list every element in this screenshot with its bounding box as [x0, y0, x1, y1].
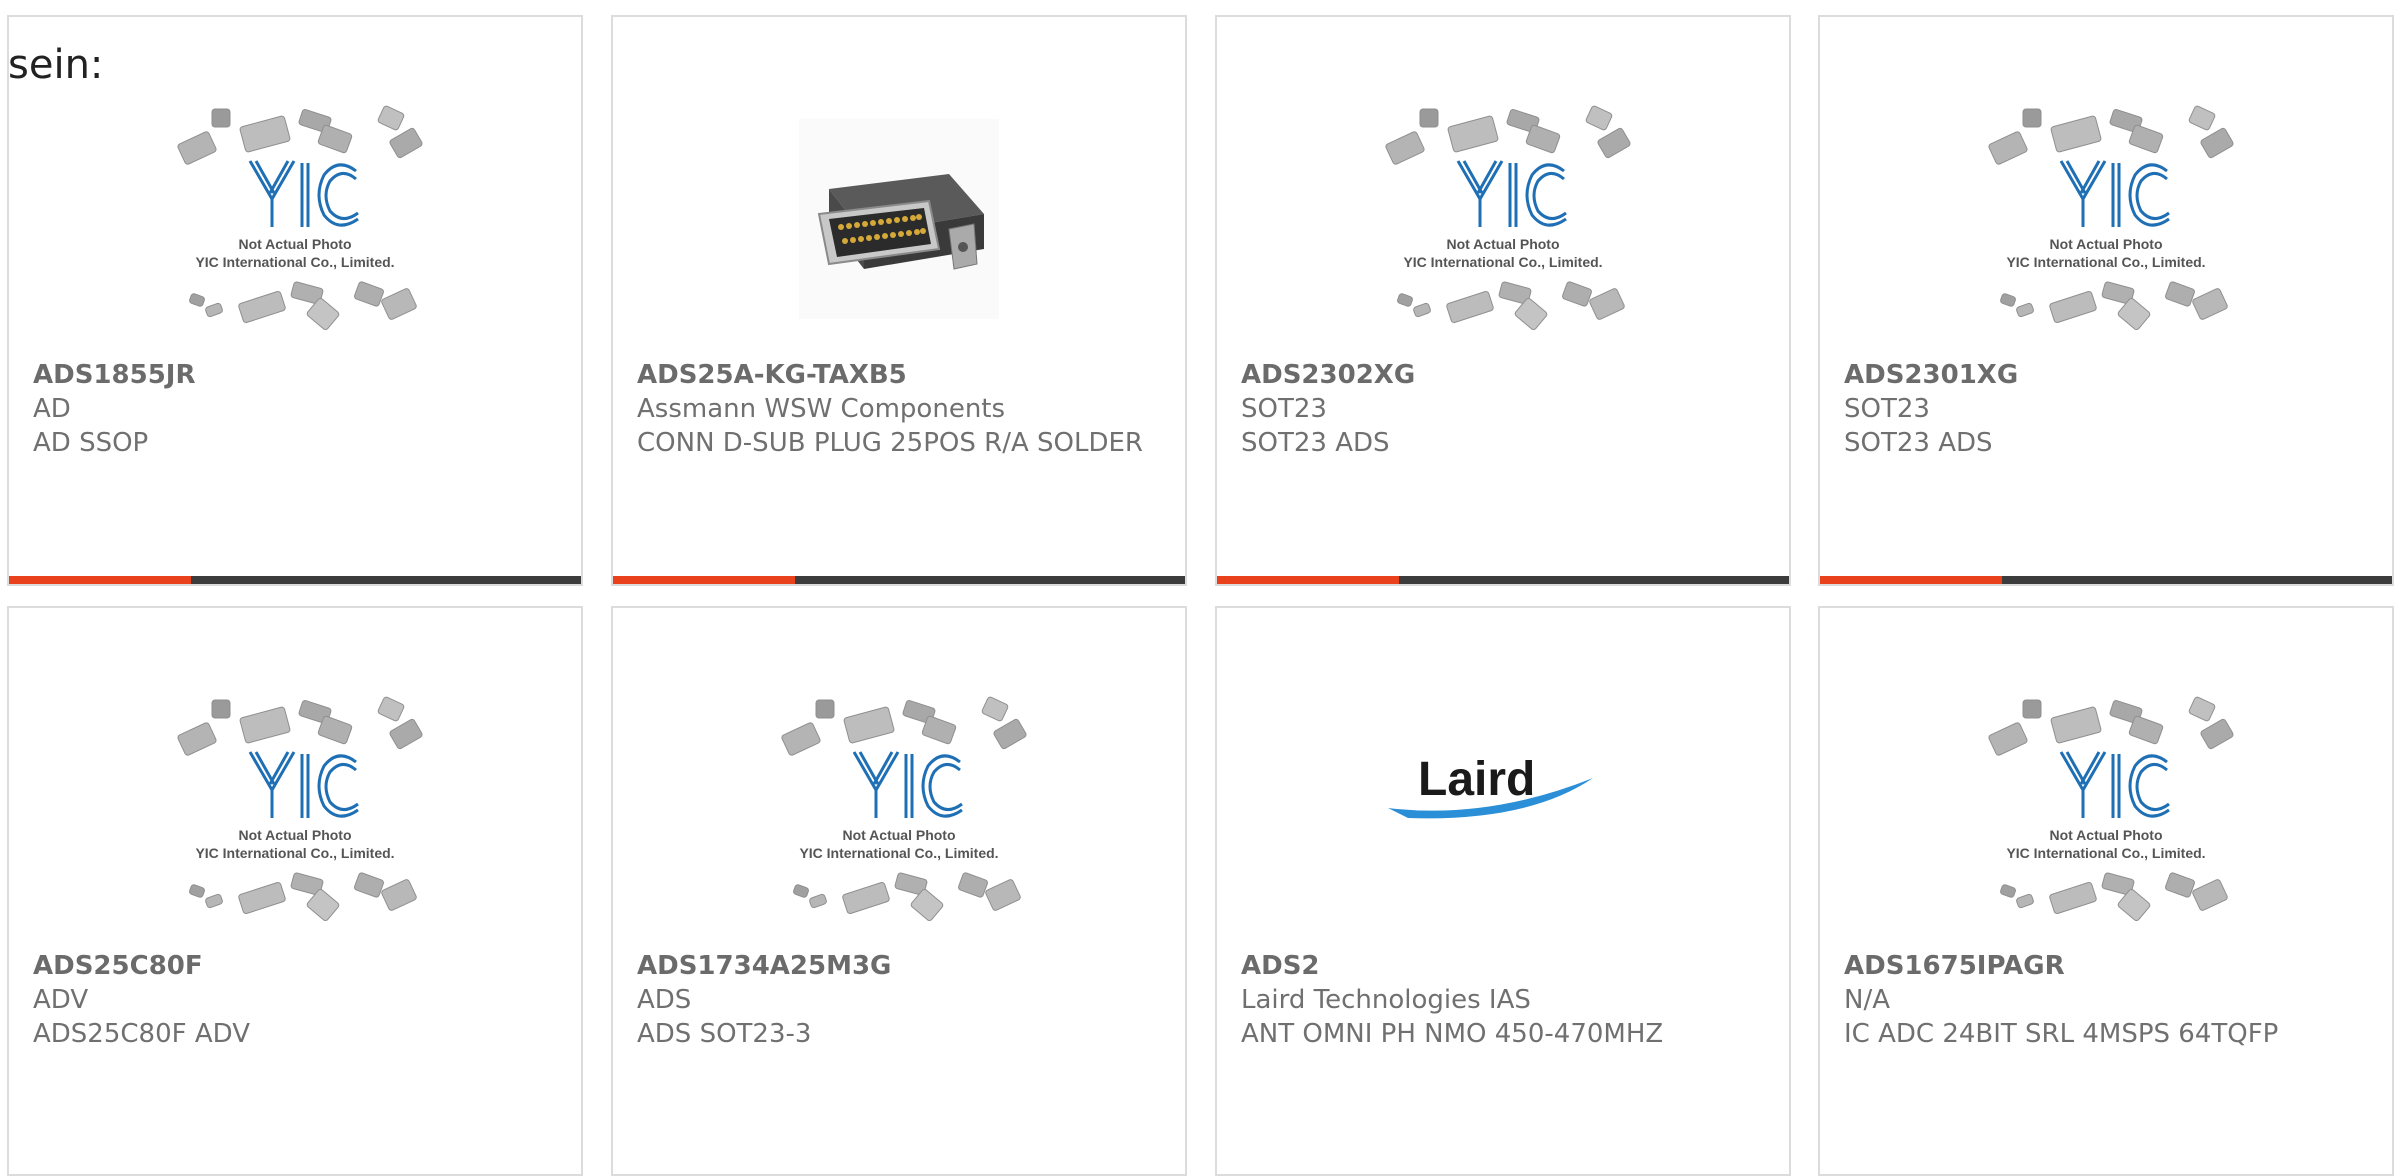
card-progress-accent — [9, 576, 191, 584]
product-card[interactable]: ADS25A-KG-TAXB5 Assmann WSW Components C… — [611, 15, 1187, 586]
yic-placeholder-icon: Not Actual Photo YIC International Co., L… — [1385, 105, 1631, 331]
yic-placeholder-icon: Not Actual Photo YIC International Co., L… — [1988, 696, 2234, 922]
manufacturer: SOT23 — [1241, 394, 1327, 424]
part-number[interactable]: ADS2 — [1241, 949, 1765, 983]
product-image-placeholder[interactable]: Not Actual Photo YIC International Co., L… — [1971, 690, 2241, 930]
yic-placeholder-icon: Not Actual Photo YIC International Co., L… — [177, 105, 423, 331]
manufacturer: Assmann WSW Components — [637, 394, 1006, 424]
product-card[interactable]: Not Actual Photo YIC International Co., L… — [7, 15, 583, 586]
part-number[interactable]: ADS1855JR — [33, 358, 557, 392]
laird-logo-icon: Laird — [1388, 753, 1593, 819]
product-card[interactable]: Laird ADS2 Laird Technologies IAS ANT OM… — [1215, 606, 1791, 1176]
manufacturer: N/A — [1844, 985, 1890, 1015]
product-card[interactable]: Not Actual Photo YIC International Co., L… — [1215, 15, 1791, 586]
svg-text:Laird: Laird — [1418, 753, 1535, 806]
product-info: ADS1855JR AD AD SSOP — [33, 358, 557, 460]
description: IC ADC 24BIT SRL 4MSPS 64TQFP — [1844, 1019, 2279, 1049]
placeholder-caption-line2: YIC International Co., Limited. — [1403, 254, 1602, 270]
yic-placeholder-icon: Not Actual Photo YIC International Co., L… — [781, 696, 1027, 922]
card-progress-bar — [1217, 576, 1789, 584]
yic-placeholder-icon: Not Actual Photo YIC International Co., L… — [177, 696, 423, 922]
description: ADS SOT23-3 — [637, 1019, 812, 1049]
product-image-placeholder[interactable]: Not Actual Photo YIC International Co., L… — [160, 99, 430, 339]
manufacturer: ADS — [637, 985, 692, 1015]
product-grid: Not Actual Photo YIC International Co., L… — [0, 0, 2400, 1176]
card-progress-bar — [613, 576, 1185, 584]
product-card[interactable]: Not Actual Photo YIC International Co., L… — [611, 606, 1187, 1176]
description: SOT23 ADS — [1844, 428, 1993, 458]
product-image-placeholder[interactable]: Not Actual Photo YIC International Co., L… — [1368, 99, 1638, 339]
manufacturer: ADV — [33, 985, 89, 1015]
placeholder-caption-line1: Not Actual Photo — [238, 827, 351, 843]
product-info: ADS1675IPAGR N/A IC ADC 24BIT SRL 4MSPS … — [1844, 949, 2368, 1051]
part-number[interactable]: ADS2301XG — [1844, 358, 2368, 392]
product-info: ADS2301XG SOT23 SOT23 ADS — [1844, 358, 2368, 460]
placeholder-caption-line1: Not Actual Photo — [2049, 236, 2162, 252]
product-info: ADS1734A25M3G ADS ADS SOT23-3 — [637, 949, 1161, 1051]
placeholder-caption-line2: YIC International Co., Limited. — [2006, 845, 2205, 861]
placeholder-caption-line1: Not Actual Photo — [842, 827, 955, 843]
product-image-connector[interactable] — [764, 99, 1034, 339]
manufacturer: AD — [33, 394, 71, 424]
dsub-connector-icon — [799, 119, 999, 319]
product-card[interactable]: Not Actual Photo YIC International Co., L… — [1818, 15, 2394, 586]
placeholder-caption-line2: YIC International Co., Limited. — [195, 845, 394, 861]
yic-placeholder-icon: Not Actual Photo YIC International Co., L… — [1988, 105, 2234, 331]
description: SOT23 ADS — [1241, 428, 1390, 458]
intro-text: sein: — [8, 42, 104, 88]
placeholder-caption-line2: YIC International Co., Limited. — [799, 845, 998, 861]
product-card[interactable]: Not Actual Photo YIC International Co., L… — [1818, 606, 2394, 1176]
card-progress-bar — [1820, 576, 2392, 584]
part-number[interactable]: ADS25A-KG-TAXB5 — [637, 358, 1161, 392]
placeholder-caption-line2: YIC International Co., Limited. — [2006, 254, 2205, 270]
product-image-placeholder[interactable]: Not Actual Photo YIC International Co., L… — [764, 690, 1034, 930]
card-progress-accent — [613, 576, 795, 584]
part-number[interactable]: ADS1734A25M3G — [637, 949, 1161, 983]
product-info: ADS25A-KG-TAXB5 Assmann WSW Components C… — [637, 358, 1161, 460]
placeholder-caption-line1: Not Actual Photo — [2049, 827, 2162, 843]
manufacturer: Laird Technologies IAS — [1241, 985, 1531, 1015]
card-progress-accent — [1820, 576, 2002, 584]
product-image-placeholder[interactable]: Not Actual Photo YIC International Co., L… — [1971, 99, 2241, 339]
description: AD SSOP — [33, 428, 149, 458]
description: ANT OMNI PH NMO 450-470MHZ — [1241, 1019, 1664, 1049]
product-info: ADS2302XG SOT23 SOT23 ADS — [1241, 358, 1765, 460]
product-info: ADS2 Laird Technologies IAS ANT OMNI PH … — [1241, 949, 1765, 1051]
part-number[interactable]: ADS2302XG — [1241, 358, 1765, 392]
card-progress-bar — [9, 576, 581, 584]
description: ADS25C80F ADV — [33, 1019, 250, 1049]
placeholder-caption-line2: YIC International Co., Limited. — [195, 254, 394, 270]
part-number[interactable]: ADS25C80F — [33, 949, 557, 983]
product-image-laird[interactable]: Laird — [1368, 690, 1638, 930]
placeholder-caption-line1: Not Actual Photo — [1446, 236, 1559, 252]
part-number[interactable]: ADS1675IPAGR — [1844, 949, 2368, 983]
manufacturer: SOT23 — [1844, 394, 1930, 424]
product-image-placeholder[interactable]: Not Actual Photo YIC International Co., L… — [160, 690, 430, 930]
card-progress-accent — [1217, 576, 1399, 584]
product-card[interactable]: Not Actual Photo YIC International Co., L… — [7, 606, 583, 1176]
description: CONN D-SUB PLUG 25POS R/A SOLDER — [637, 428, 1143, 458]
product-info: ADS25C80F ADV ADS25C80F ADV — [33, 949, 557, 1051]
placeholder-caption-line1: Not Actual Photo — [238, 236, 351, 252]
